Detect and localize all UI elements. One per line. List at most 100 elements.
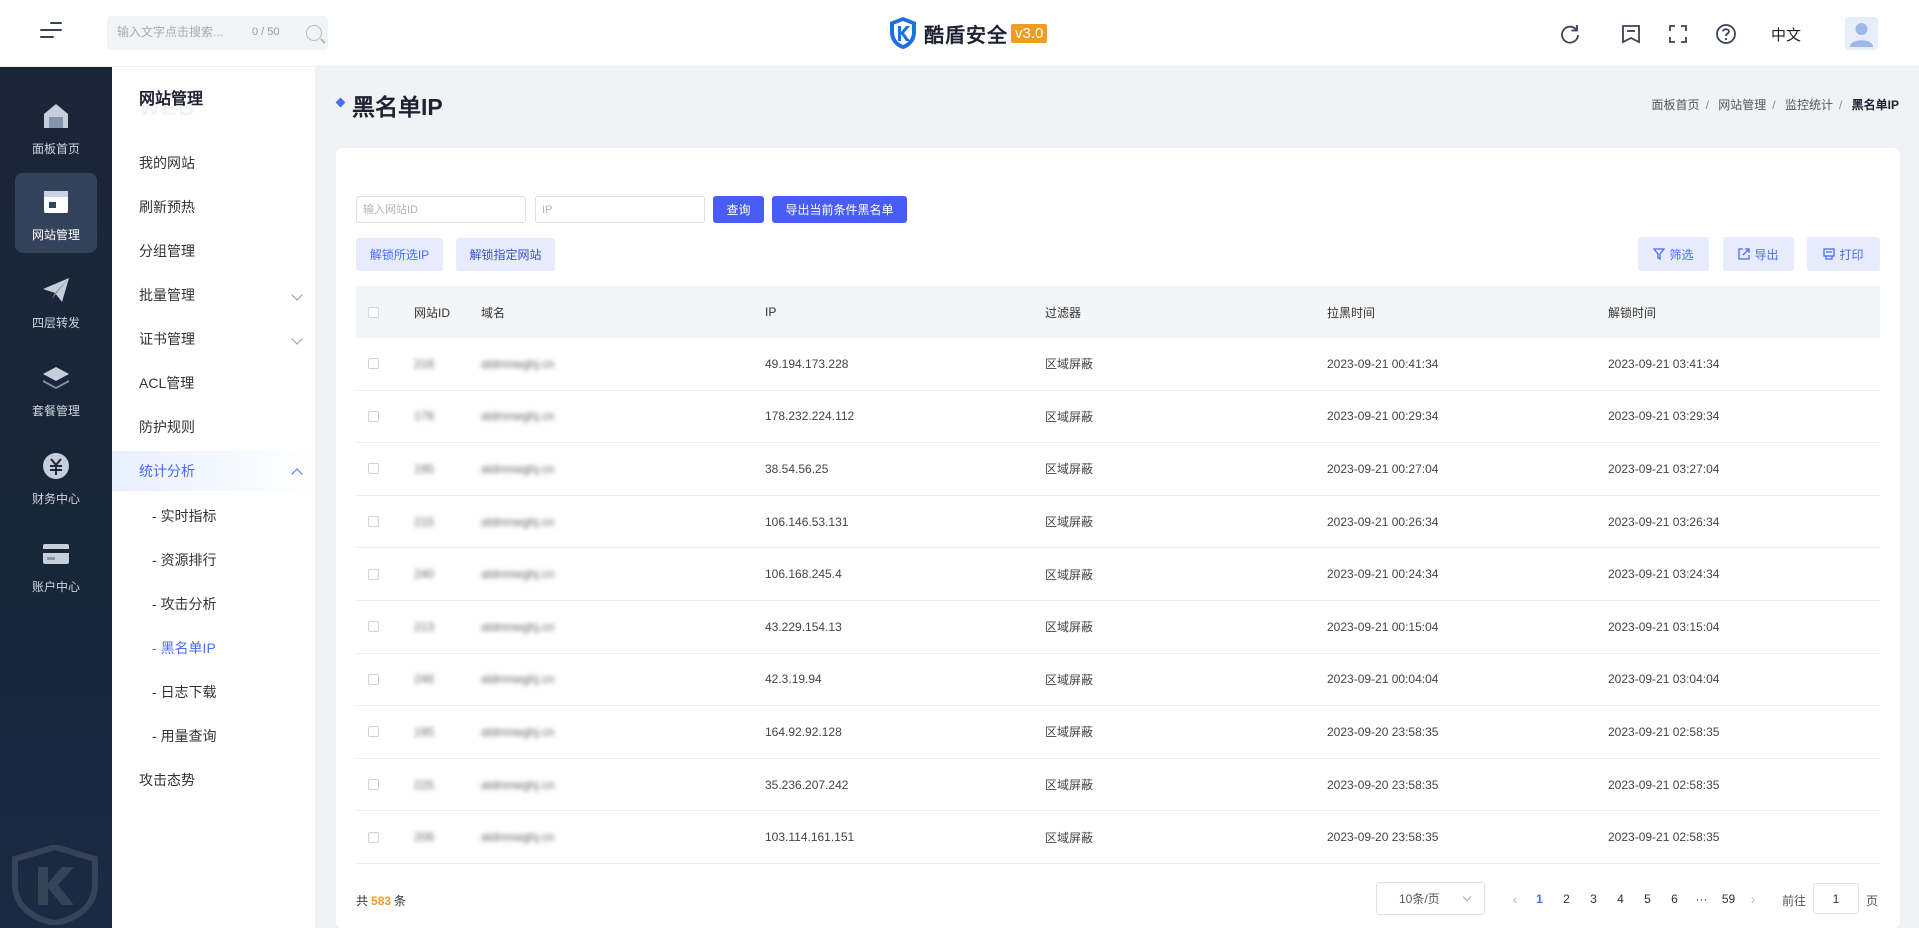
block-time-cell: 2023-09-21 00:15:04 <box>1327 619 1439 634</box>
search-input[interactable] <box>117 25 247 39</box>
column-header: IP <box>765 305 777 319</box>
sidebar-sub-realtime[interactable]: - 实时指标 <box>112 496 315 536</box>
unlock-site-button[interactable]: 解锁指定网站 <box>456 238 555 271</box>
search-icon[interactable] <box>306 25 322 41</box>
filter-cell: 区域屏蔽 <box>1045 620 1094 635</box>
refresh-icon[interactable] <box>1559 23 1581 45</box>
menu-toggle-icon[interactable] <box>40 22 62 44</box>
row-checkbox[interactable] <box>368 673 379 685</box>
sidebar-item-rules[interactable]: 防护规则 <box>112 407 315 447</box>
row-checkbox[interactable] <box>368 621 379 633</box>
table-row[interactable]: 213 aldmnwghj.cn 43.229.154.13 区域屏蔽 2023-09-… <box>356 601 1880 654</box>
print-button[interactable]: 打印 <box>1807 237 1880 271</box>
row-checkbox[interactable] <box>368 726 379 738</box>
table-row[interactable]: 225 aldmnwghj.cn 35.236.207.242 区域屏蔽 2023-09… <box>356 759 1880 812</box>
row-checkbox[interactable] <box>368 779 379 791</box>
table-body: 216 aldmnwghj.cn 49.194.173.228 区域屏蔽 2023-09… <box>356 338 1880 864</box>
page-number[interactable]: 2 <box>1553 892 1580 906</box>
fullscreen-icon[interactable] <box>1667 23 1689 45</box>
nav-label: 四层转发 <box>31 316 80 330</box>
nav-website[interactable]: 网站管理 <box>15 173 97 253</box>
unlock-time-cell: 2023-09-21 03:04:04 <box>1608 672 1720 687</box>
domain-cell: aldmnwghj.cn <box>481 777 555 792</box>
help-icon[interactable] <box>1715 23 1737 45</box>
sidebar-sub-logs[interactable]: - 日志下载 <box>112 672 315 712</box>
sidebar-item-certs[interactable]: 证书管理 <box>112 319 315 359</box>
sidebar-item-groups[interactable]: 分组管理 <box>112 231 315 271</box>
filter-cell: 区域屏蔽 <box>1045 357 1094 372</box>
page-size-select[interactable]: 10条/页 <box>1376 882 1485 915</box>
global-search: 0 / 50 <box>107 16 328 50</box>
goto-suffix: 页 <box>1866 894 1879 908</box>
page-number[interactable]: 5 <box>1634 892 1661 906</box>
table-row[interactable]: 240 aldmnwghj.cn 106.168.245.4 区域屏蔽 2023-09-… <box>356 548 1880 601</box>
sidebar-sub-attack[interactable]: - 攻击分析 <box>112 584 315 624</box>
site-id-cell: 246 <box>414 672 435 687</box>
page-number[interactable]: 6 <box>1661 892 1688 906</box>
nav-dashboard[interactable]: 面板首页 <box>15 87 97 167</box>
page-number[interactable]: 4 <box>1607 892 1634 906</box>
sidebar-sub-usage[interactable]: - 用量查询 <box>112 716 315 756</box>
nav-label: 面板首页 <box>31 142 80 156</box>
nav-l4-forward[interactable]: 四层转发 <box>15 261 97 341</box>
page-number[interactable]: 59 <box>1715 892 1742 906</box>
avatar[interactable] <box>1845 17 1878 50</box>
nav-label: 网站管理 <box>31 228 80 242</box>
row-checkbox[interactable] <box>368 463 379 475</box>
message-icon[interactable] <box>1620 23 1642 45</box>
prev-page-icon[interactable]: ‹ <box>1504 891 1526 907</box>
unlock-selected-ip-button[interactable]: 解锁所选IP <box>356 238 443 271</box>
row-checkbox[interactable] <box>368 568 379 580</box>
sidebar-item-my-sites[interactable]: 我的网站 <box>112 143 315 183</box>
nav-package[interactable]: 套餐管理 <box>15 349 97 429</box>
version-badge: v3.0 <box>1011 23 1048 43</box>
table-row[interactable]: 176 aldmnwghj.cn 178.232.224.112 区域屏蔽 2023-0… <box>356 391 1880 444</box>
breadcrumb-item[interactable]: 监控统计 <box>1785 98 1833 112</box>
paper-plane-icon <box>43 278 69 302</box>
page-number[interactable]: 3 <box>1580 892 1607 906</box>
ip-cell: 164.92.92.128 <box>765 724 842 739</box>
goto-page-input[interactable] <box>1813 883 1859 914</box>
breadcrumb-item[interactable]: 网站管理 <box>1718 98 1766 112</box>
block-time-cell: 2023-09-21 00:41:34 <box>1327 356 1439 371</box>
breadcrumb-current: 黑名单IP <box>1851 98 1899 112</box>
logo-name: 酷盾安全 <box>924 24 1008 47</box>
breadcrumb-item[interactable]: 面板首页 <box>1652 98 1700 112</box>
table-row[interactable]: 215 aldmnwghj.cn 106.146.53.131 区域屏蔽 2023-09… <box>356 496 1880 549</box>
sidebar-item-stats[interactable]: 统计分析 <box>112 451 315 491</box>
total-count: 共 583 条 <box>356 892 406 909</box>
table-row[interactable]: 195 aldmnwghj.cn 164.92.92.128 区域屏蔽 2023-09-… <box>356 706 1880 759</box>
filter-button[interactable]: 筛选 <box>1638 237 1709 271</box>
table-row[interactable]: 206 aldmnwghj.cn 103.114.161.151 区域屏蔽 2023-0… <box>356 811 1880 864</box>
table-row[interactable]: 195 aldmnwghj.cn 38.54.56.25 区域屏蔽 2023-09-21… <box>356 443 1880 496</box>
next-page-icon[interactable]: › <box>1742 891 1764 907</box>
ip-cell: 103.114.161.151 <box>765 830 855 845</box>
filter-cell: 区域屏蔽 <box>1045 778 1094 793</box>
query-button[interactable]: 查询 <box>713 196 764 223</box>
row-checkbox[interactable] <box>368 358 379 370</box>
table-row[interactable]: 216 aldmnwghj.cn 49.194.173.228 区域屏蔽 2023-09… <box>356 338 1880 391</box>
sidebar-item-acl[interactable]: ACL管理 <box>112 363 315 403</box>
filter-cell: 区域屏蔽 <box>1045 462 1094 477</box>
export-condition-button[interactable]: 导出当前条件黑名单 <box>772 196 907 223</box>
page-ellipsis[interactable]: ··· <box>1688 892 1715 906</box>
row-checkbox[interactable] <box>368 516 379 528</box>
page-number[interactable]: 1 <box>1526 892 1553 906</box>
export-button[interactable]: 导出 <box>1723 237 1794 271</box>
ip-input[interactable] <box>535 196 705 223</box>
nav-account[interactable]: 账户中心 <box>15 525 97 605</box>
sidebar-item-attack-trend[interactable]: 攻击态势 <box>112 760 315 800</box>
sidebar-item-batch[interactable]: 批量管理 <box>112 275 315 315</box>
site-id-input[interactable] <box>356 196 526 223</box>
select-all-checkbox[interactable] <box>368 306 379 318</box>
unlock-time-cell: 2023-09-21 03:41:34 <box>1608 356 1720 371</box>
table-row[interactable]: 246 aldmnwghj.cn 42.3.19.94 区域屏蔽 2023-09-21 … <box>356 654 1880 707</box>
language-switch[interactable]: 中文 <box>1771 24 1801 45</box>
sidebar-sub-blacklist[interactable]: - 黑名单IP <box>112 628 315 668</box>
row-checkbox[interactable] <box>368 410 379 422</box>
sidebar-sub-ranking[interactable]: - 资源排行 <box>112 540 315 580</box>
filter-cell: 区域屏蔽 <box>1045 515 1094 530</box>
nav-finance[interactable]: 财务中心 <box>15 437 97 517</box>
row-checkbox[interactable] <box>368 831 379 843</box>
sidebar-item-refresh[interactable]: 刷新预热 <box>112 187 315 227</box>
